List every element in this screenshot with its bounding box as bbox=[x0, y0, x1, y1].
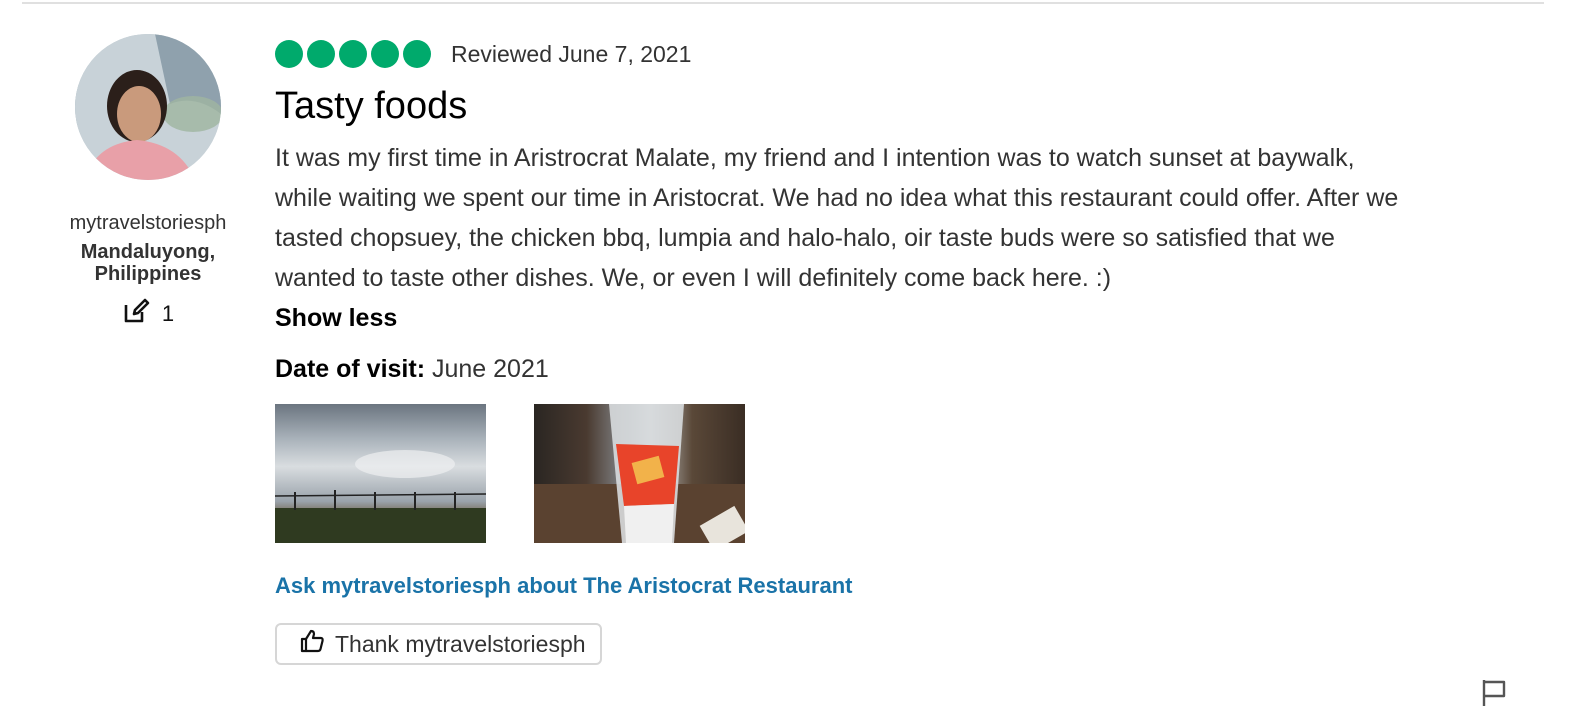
show-less-button[interactable]: Show less bbox=[275, 304, 397, 333]
review-title[interactable]: Tasty foods bbox=[275, 84, 1415, 128]
review-photos bbox=[275, 404, 1415, 543]
avatar[interactable] bbox=[75, 34, 221, 180]
top-divider bbox=[22, 2, 1544, 4]
reviewer-location: Mandaluyong, Philippines bbox=[80, 241, 216, 285]
thank-reviewer-button[interactable]: Thank mytravelstoriesph bbox=[275, 623, 602, 665]
ask-reviewer-link[interactable]: Ask mytravelstoriesph about The Aristocr… bbox=[275, 573, 852, 599]
review-photo-sunset[interactable] bbox=[275, 404, 486, 543]
contribution-number: 1 bbox=[161, 301, 175, 326]
rating-bubble bbox=[371, 40, 399, 68]
reviewed-date: Reviewed June 7, 2021 bbox=[451, 40, 692, 67]
flag-icon[interactable] bbox=[1480, 678, 1508, 708]
review-photo-halo-halo[interactable] bbox=[534, 404, 745, 543]
date-of-visit: Date of visit: June 2021 bbox=[275, 355, 1415, 384]
review-content: Reviewed June 7, 2021 Tasty foods It was… bbox=[275, 36, 1415, 665]
fence-silhouette bbox=[275, 450, 486, 543]
thank-label: Thank mytravelstoriesph bbox=[335, 630, 586, 657]
rating-bubble bbox=[339, 40, 367, 68]
contribution-count: 1 bbox=[40, 297, 256, 331]
review-card: mytravelstoriesph Mandaluyong, Philippin… bbox=[0, 0, 1572, 728]
visit-label: Date of visit: bbox=[275, 355, 426, 383]
rating-bubble bbox=[275, 40, 303, 68]
rating-bubbles bbox=[275, 40, 431, 68]
halo-halo-glass bbox=[534, 404, 745, 543]
review-body: It was my first time in Aristrocrat Mala… bbox=[275, 144, 1399, 292]
visit-value: June 2021 bbox=[431, 355, 549, 383]
rating-bubble bbox=[307, 40, 335, 68]
rating-bubble bbox=[403, 40, 431, 68]
edit-icon bbox=[122, 297, 150, 331]
reviewer-profile: mytravelstoriesph Mandaluyong, Philippin… bbox=[40, 34, 256, 331]
rating-row: Reviewed June 7, 2021 bbox=[275, 36, 1415, 72]
thumbs-up-icon bbox=[299, 628, 325, 660]
reviewer-username[interactable]: mytravelstoriesph bbox=[40, 212, 256, 235]
avatar-photo bbox=[75, 34, 221, 180]
